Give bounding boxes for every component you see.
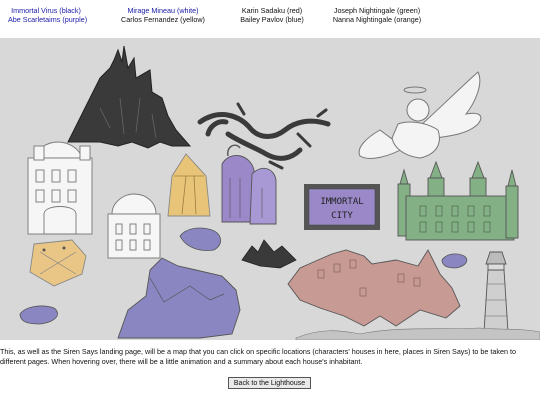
immortal-city-map: IMMORTAL CITY [0, 38, 540, 340]
immortal-city-sign[interactable]: IMMORTAL CITY [304, 184, 380, 230]
credit-joseph-nightingale: Joseph Nightingale (green) [333, 6, 421, 15]
blue-crystal-pile-location[interactable] [117, 257, 241, 339]
credit-column-1: Immortal Virus (black) Abe Scarletaims (… [8, 6, 87, 24]
black-peak-location[interactable] [241, 239, 297, 269]
credit-link-immortal-virus[interactable]: Immortal Virus (black) [8, 6, 84, 15]
green-castle-location[interactable] [397, 160, 519, 241]
yellow-tent-location[interactable] [167, 153, 211, 217]
credit-column-3: Karin Sadaku (red) Bailey Pavlov (blue) [232, 6, 312, 24]
sign-text-line-1: IMMORTAL [320, 197, 363, 207]
credit-carlos-fernandez: Carlos Fernandez (yellow) [121, 15, 205, 24]
credit-column-4: Joseph Nightingale (green) Nanna Nightin… [328, 6, 426, 24]
white-palace-location[interactable] [27, 141, 93, 235]
red-ruins-location[interactable] [287, 249, 461, 327]
page-description: This, as well as the Siren Says landing … [0, 347, 516, 366]
credit-link-mirage-mineau[interactable]: Mirage Mineau (white) [117, 6, 209, 15]
credit-karin-sadaku: Karin Sadaku (red) [241, 6, 303, 15]
credits-header: Immortal Virus (black) Abe Scarletaims (… [0, 0, 540, 38]
back-to-lighthouse-button[interactable]: Back to the Lighthouse [228, 377, 311, 389]
white-angel-location[interactable] [358, 71, 482, 159]
sign-text-line-2: CITY [331, 211, 353, 221]
credit-nanna-nightingale: Nanna Nightingale (orange) [332, 15, 422, 24]
thorn-vines-location[interactable] [197, 102, 331, 170]
credit-column-2: Mirage Mineau (white) Carlos Fernandez (… [117, 6, 209, 24]
black-spire-location[interactable] [67, 45, 192, 149]
white-rotunda-location[interactable] [107, 193, 161, 259]
orange-tent-location[interactable] [29, 239, 87, 287]
credit-link-abe-scarletaims[interactable]: Abe Scarletaims (purple) [8, 15, 87, 24]
credit-bailey-pavlov: Bailey Pavlov (blue) [240, 15, 304, 24]
